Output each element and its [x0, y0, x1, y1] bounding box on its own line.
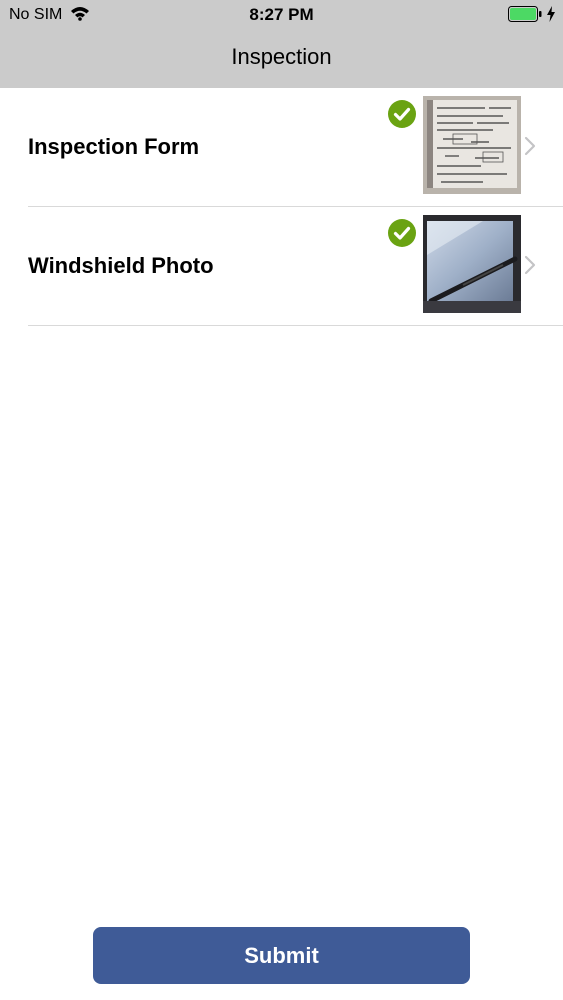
charging-bolt-icon: [546, 6, 556, 22]
inspection-list: Inspection Form Windshield Photo: [0, 88, 563, 326]
list-item-windshield-photo[interactable]: Windshield Photo: [0, 207, 563, 326]
chevron-right-icon: [524, 136, 536, 156]
list-item-label: Windshield Photo: [28, 253, 214, 278]
list-item-label: Inspection Form: [28, 134, 200, 159]
inspection-form-thumbnail: [423, 96, 521, 194]
navigation-bar: No SIM 8:27 PM Inspection: [0, 0, 563, 88]
chevron-right-icon: [524, 255, 536, 275]
list-item-inspection-form[interactable]: Inspection Form: [0, 88, 563, 207]
submit-button[interactable]: Submit: [93, 927, 470, 984]
checkmark-circle-icon: [388, 219, 416, 247]
windshield-photo-thumbnail: [423, 215, 521, 313]
battery-icon: [508, 6, 542, 22]
page-title: Inspection: [231, 44, 332, 69]
status-bar: No SIM 8:27 PM: [0, 0, 563, 30]
clock: 8:27 PM: [249, 5, 314, 24]
checkmark-circle-icon: [388, 100, 416, 128]
